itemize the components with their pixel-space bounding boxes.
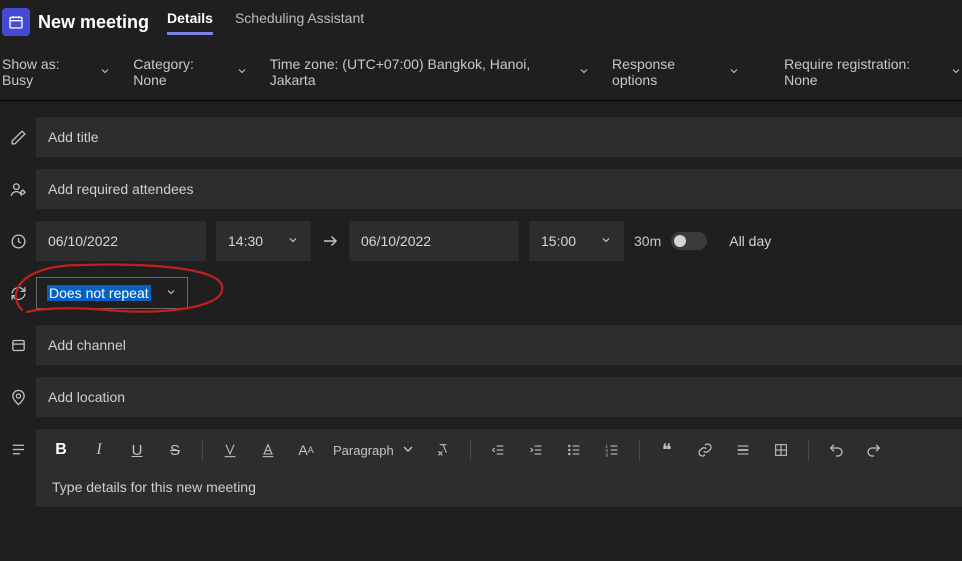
location-input[interactable] <box>36 377 962 417</box>
chevron-down-icon <box>950 64 962 80</box>
paragraph-style-select[interactable]: Paragraph <box>333 441 416 460</box>
start-time-value: 14:30 <box>228 233 263 249</box>
end-time-value: 15:00 <box>541 233 576 249</box>
recurrence-select[interactable]: Does not repeat <box>36 277 188 309</box>
timezone-label: Time zone: (UTC+07:00) Bangkok, Hanoi, J… <box>270 56 570 88</box>
paragraph-label: Paragraph <box>333 443 394 458</box>
details-placeholder: Type details for this new meeting <box>36 467 962 507</box>
link-button[interactable] <box>694 439 716 461</box>
italic-button[interactable]: I <box>88 439 110 461</box>
location-icon <box>0 389 36 406</box>
allday-label: All day <box>729 233 771 249</box>
attendees-icon <box>0 181 36 198</box>
clear-formatting-button[interactable] <box>432 439 454 461</box>
tab-details[interactable]: Details <box>167 10 213 35</box>
chevron-down-icon <box>236 64 248 80</box>
arrow-right-icon <box>321 232 339 250</box>
bullet-list-button[interactable] <box>563 439 585 461</box>
chevron-down-icon <box>400 441 416 460</box>
chevron-down-icon <box>99 64 111 80</box>
strikethrough-button[interactable]: S <box>164 439 186 461</box>
font-size-button[interactable]: AA <box>295 439 317 461</box>
start-date-input[interactable]: 06/10/2022 <box>36 221 206 261</box>
chevron-down-icon <box>287 233 299 249</box>
end-date-value: 06/10/2022 <box>361 233 431 249</box>
details-editor[interactable]: B I U S AA Paragraph 123 ❝ <box>36 429 962 507</box>
category-label: Category: None <box>133 56 227 88</box>
clock-icon <box>0 233 36 250</box>
show-as-dropdown[interactable]: Show as: Busy <box>2 56 111 88</box>
calendar-app-icon <box>2 8 30 36</box>
details-icon <box>0 429 36 458</box>
channel-input[interactable] <box>36 325 962 365</box>
separator <box>808 440 809 460</box>
page-title: New meeting <box>38 12 149 33</box>
response-options-dropdown[interactable]: Response options <box>612 56 740 88</box>
separator <box>470 440 471 460</box>
attendees-input[interactable] <box>36 169 962 209</box>
highlight-button[interactable] <box>219 439 241 461</box>
registration-dropdown[interactable]: Require registration: None <box>784 56 962 88</box>
hr-button[interactable] <box>732 439 754 461</box>
show-as-label: Show as: Busy <box>2 56 91 88</box>
bold-button[interactable]: B <box>50 439 72 461</box>
edit-icon <box>0 129 36 146</box>
font-color-button[interactable] <box>257 439 279 461</box>
chevron-down-icon <box>600 233 612 249</box>
allday-toggle[interactable] <box>671 232 707 250</box>
start-date-value: 06/10/2022 <box>48 233 118 249</box>
table-button[interactable] <box>770 439 792 461</box>
channel-icon <box>0 337 36 354</box>
end-date-input[interactable]: 06/10/2022 <box>349 221 519 261</box>
recurrence-icon <box>0 285 36 302</box>
separator <box>639 440 640 460</box>
outdent-button[interactable] <box>487 439 509 461</box>
underline-button[interactable]: U <box>126 439 148 461</box>
indent-button[interactable] <box>525 439 547 461</box>
chevron-down-icon <box>578 64 590 80</box>
registration-label: Require registration: None <box>784 56 942 88</box>
duration-label: 30m <box>634 233 661 249</box>
category-dropdown[interactable]: Category: None <box>133 56 247 88</box>
start-time-select[interactable]: 14:30 <box>216 221 311 261</box>
separator <box>202 440 203 460</box>
undo-button[interactable] <box>825 439 847 461</box>
timezone-dropdown[interactable]: Time zone: (UTC+07:00) Bangkok, Hanoi, J… <box>270 56 590 88</box>
recurrence-value: Does not repeat <box>47 285 151 301</box>
tab-scheduling-assistant[interactable]: Scheduling Assistant <box>235 10 364 35</box>
chevron-down-icon <box>728 64 740 80</box>
numbered-list-button[interactable]: 123 <box>601 439 623 461</box>
quote-button[interactable]: ❝ <box>656 439 678 461</box>
redo-button[interactable] <box>863 439 885 461</box>
title-input[interactable] <box>36 117 962 157</box>
svg-text:3: 3 <box>605 453 608 458</box>
chevron-down-icon <box>165 285 177 301</box>
response-options-label: Response options <box>612 56 720 88</box>
end-time-select[interactable]: 15:00 <box>529 221 624 261</box>
